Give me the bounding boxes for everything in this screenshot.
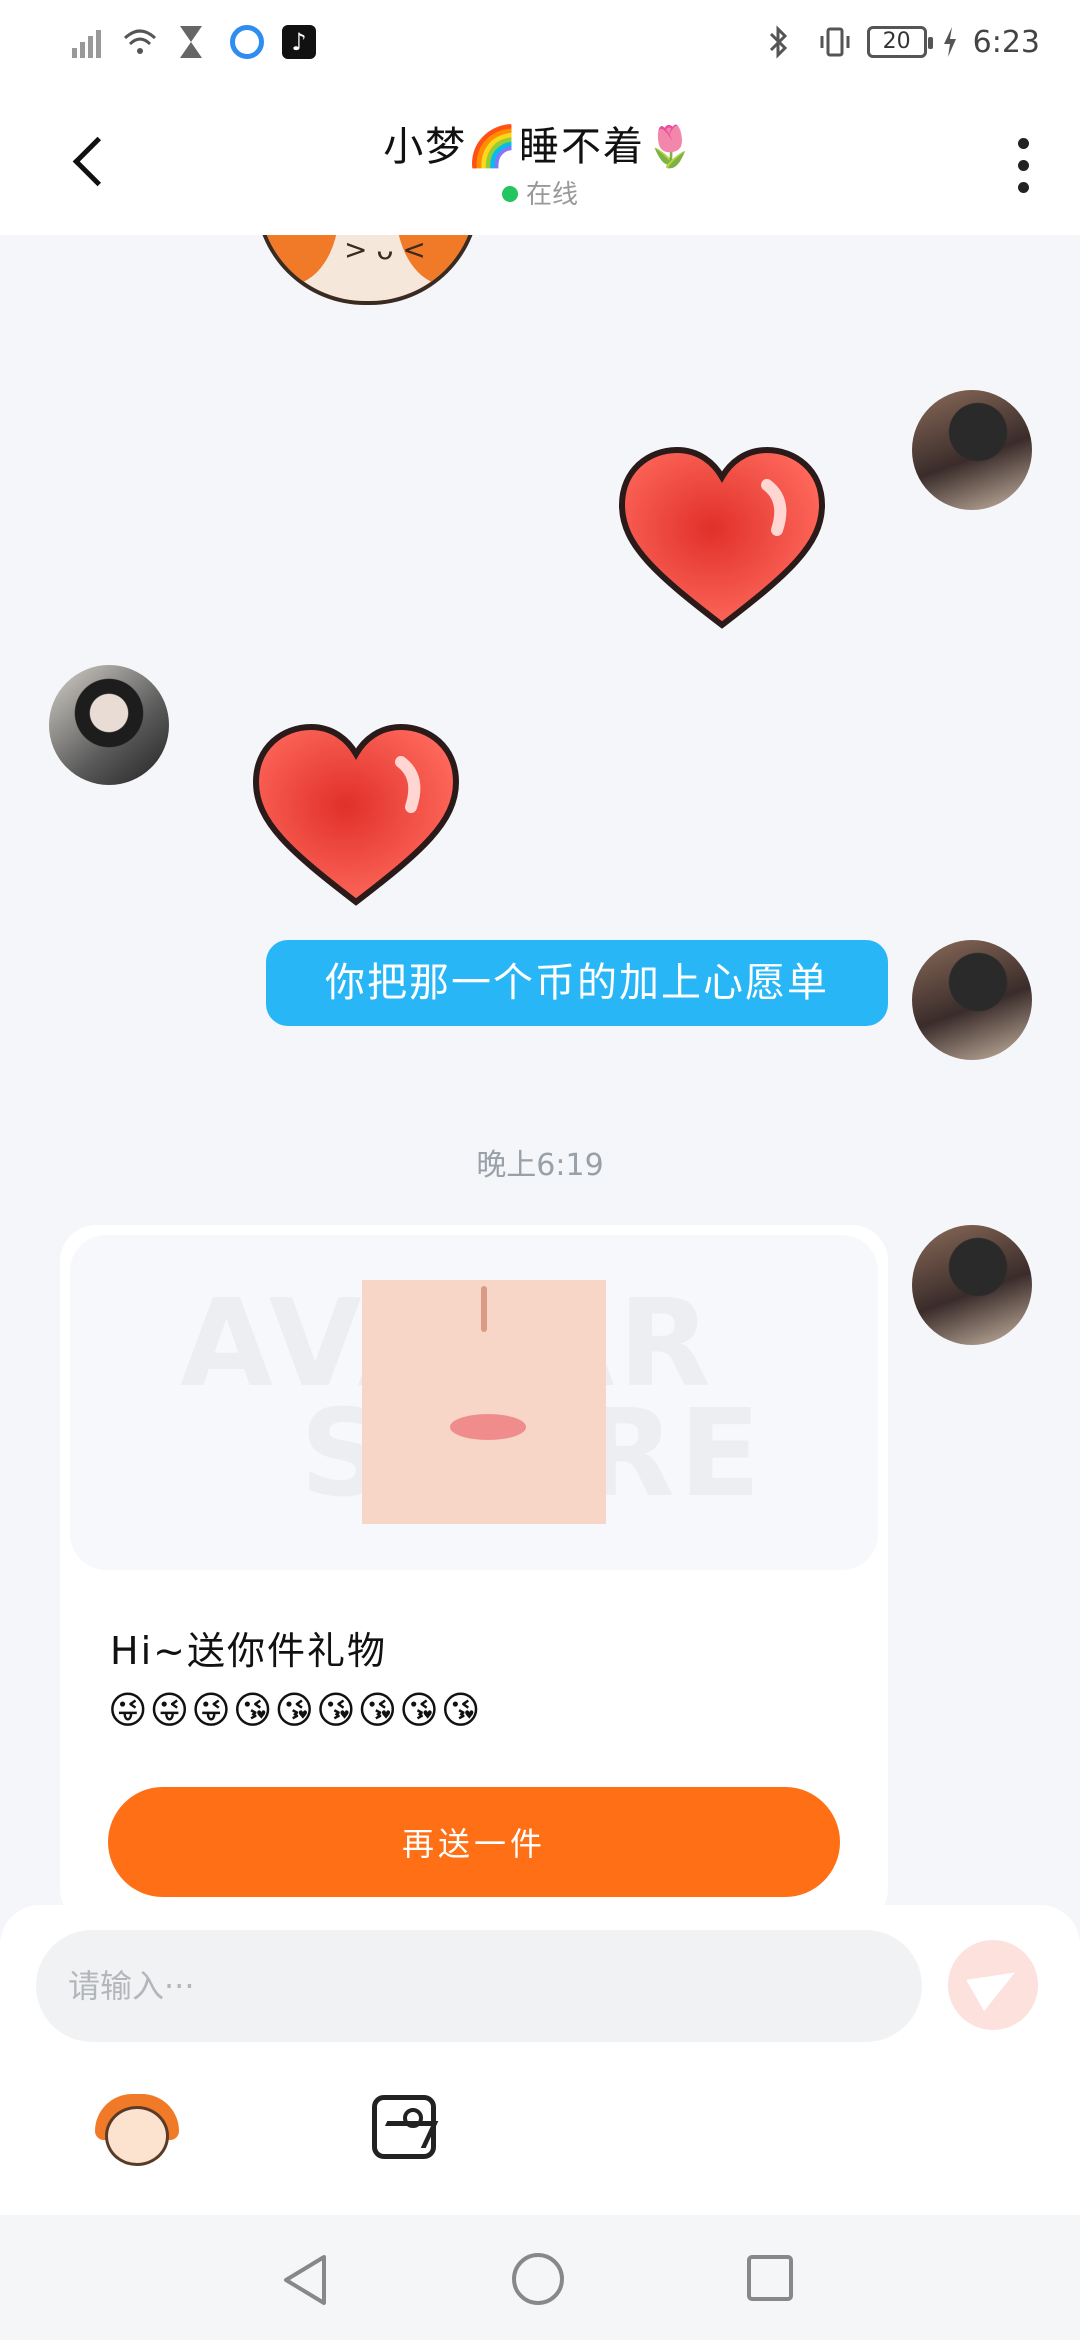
- chat-messages[interactable]: > ᴗ < 你把那一个币的加上心愿单 晚上6:19 AVATAR STORE H…: [0, 235, 1080, 1905]
- sticker-message-partial[interactable]: > ᴗ <: [255, 235, 480, 305]
- heart-sticker-sent[interactable]: [617, 445, 827, 635]
- browser-app-icon: [230, 25, 264, 59]
- my-avatar[interactable]: [912, 1225, 1032, 1345]
- bluetooth-icon: [767, 24, 803, 60]
- status-right-icons: 20 6:23: [767, 24, 1040, 60]
- wifi-icon: [122, 24, 158, 60]
- gift-nose-shape: [481, 1286, 487, 1332]
- gift-image-area: AVATAR STORE: [70, 1235, 878, 1570]
- sticker-button[interactable]: [95, 2090, 179, 2174]
- gift-title: Hi~送你件礼物: [110, 1629, 387, 1673]
- nav-home-icon[interactable]: [510, 2251, 566, 2311]
- sticker-mascot-face: [105, 2106, 169, 2166]
- message-composer: [0, 1905, 1080, 2215]
- my-avatar[interactable]: [912, 940, 1032, 1060]
- online-status-label: 在线: [525, 180, 578, 210]
- my-avatar[interactable]: [912, 390, 1032, 510]
- system-nav-bar: [0, 2215, 1080, 2340]
- gift-item-image[interactable]: [362, 1280, 606, 1524]
- contact-avatar[interactable]: [49, 665, 169, 785]
- signal-icon: [68, 24, 104, 60]
- contact-name: 小梦🌈睡不着🌷: [383, 124, 697, 170]
- outgoing-message-bubble[interactable]: 你把那一个币的加上心愿单: [266, 940, 888, 1026]
- chat-header: 小梦🌈睡不着🌷 在线: [0, 90, 1080, 235]
- gift-card[interactable]: AVATAR STORE Hi~送你件礼物 😜😜😜😘😘😘😘😘😘 再送一件: [60, 1225, 888, 1905]
- vibrate-icon: [817, 24, 853, 60]
- tiktok-app-icon: ♪: [282, 25, 316, 59]
- more-menu-button[interactable]: [1012, 136, 1036, 196]
- status-time: 6:23: [972, 24, 1040, 60]
- image-picker-icon[interactable]: [372, 2095, 436, 2159]
- gift-lips-shape: [450, 1414, 526, 1440]
- status-left-icons: ♪: [68, 24, 316, 60]
- heart-sticker-received[interactable]: [251, 722, 461, 912]
- online-dot-icon: [501, 186, 518, 202]
- nav-recent-apps-icon[interactable]: [745, 2253, 795, 2307]
- resend-gift-button[interactable]: 再送一件: [108, 1787, 840, 1897]
- hourglass-icon: [176, 24, 212, 60]
- charging-icon: [941, 24, 959, 60]
- message-timestamp: 晚上6:19: [476, 1148, 604, 1183]
- sticker-face: > ᴗ <: [344, 235, 426, 266]
- send-button[interactable]: [948, 1940, 1038, 2030]
- status-bar: ♪ 20 6:23: [0, 0, 1080, 90]
- battery-indicator: 20: [866, 26, 933, 58]
- gift-emojis: 😜😜😜😘😘😘😘😘😘: [108, 1688, 483, 1732]
- online-status: 在线: [0, 174, 1080, 211]
- nav-back-icon[interactable]: [280, 2253, 330, 2311]
- message-input[interactable]: [36, 1930, 922, 2042]
